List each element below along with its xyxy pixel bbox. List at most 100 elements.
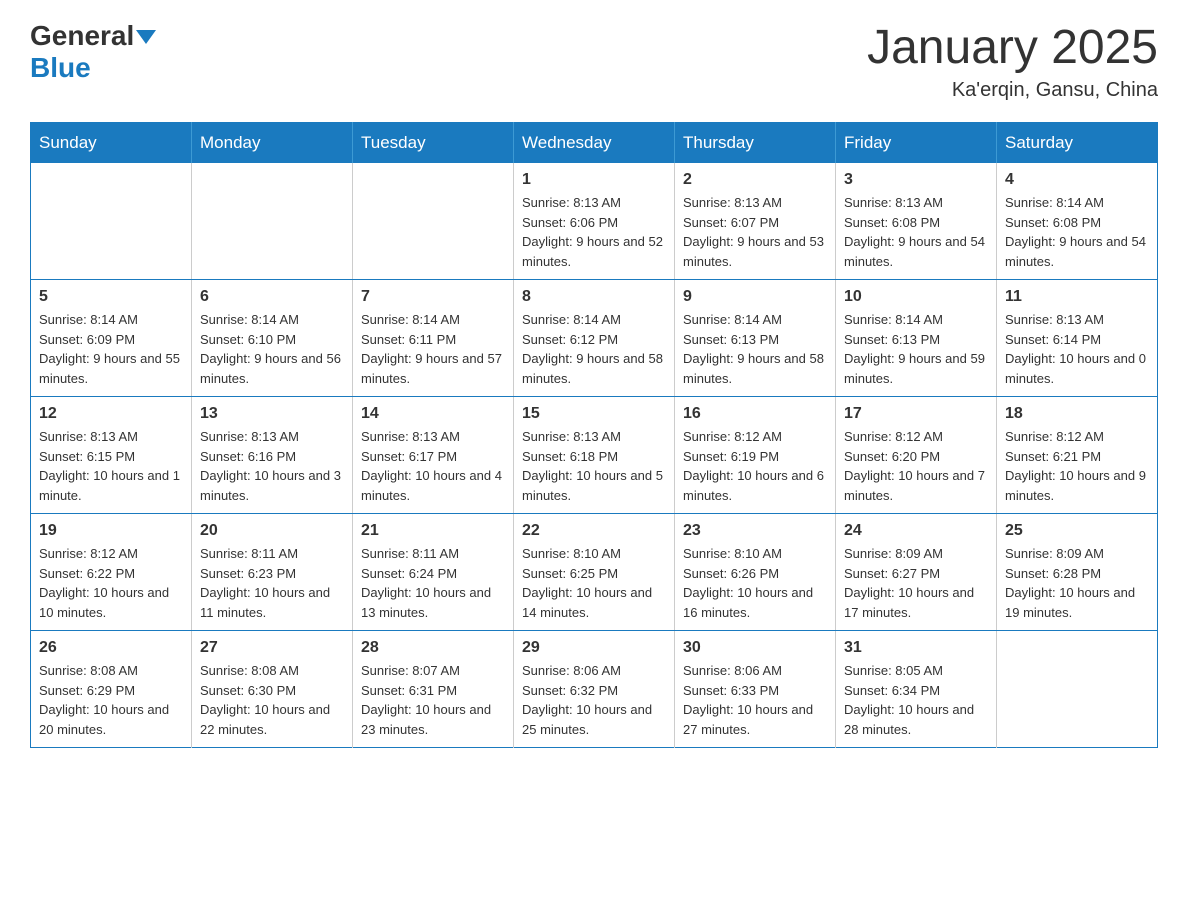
day-number: 17 <box>844 405 988 423</box>
day-info: Sunrise: 8:06 AMSunset: 6:32 PMDaylight:… <box>522 661 666 739</box>
calendar-cell: 15 Sunrise: 8:13 AMSunset: 6:18 PMDayligh… <box>514 397 675 514</box>
day-info: Sunrise: 8:12 AMSunset: 6:21 PMDaylight:… <box>1005 427 1149 505</box>
calendar-cell <box>31 163 192 280</box>
calendar-cell <box>997 631 1158 748</box>
calendar-cell: 8Sunrise: 8:14 AMSunset: 6:12 PMDaylight… <box>514 280 675 397</box>
calendar-header-friday: Friday <box>836 123 997 164</box>
calendar-cell: 13Sunrise: 8:13 AMSunset: 6:16 PMDayligh… <box>192 397 353 514</box>
day-number: 3 <box>844 171 988 189</box>
calendar-cell: 28 Sunrise: 8:07 AMSunset: 6:31 PMDayligh… <box>353 631 514 748</box>
day-number: 26 <box>39 639 183 657</box>
calendar-cell: 9 Sunrise: 8:14 AMSunset: 6:13 PMDaylight… <box>675 280 836 397</box>
calendar-header-saturday: Saturday <box>997 123 1158 164</box>
day-number: 28 <box>361 639 505 657</box>
day-info: Sunrise: 8:13 AMSunset: 6:08 PMDaylight:… <box>844 193 988 271</box>
page-header: General Blue January 2025 Ka'erqin, Gans… <box>30 20 1158 102</box>
calendar-header-sunday: Sunday <box>31 123 192 164</box>
calendar-cell: 7 Sunrise: 8:14 AMSunset: 6:11 PMDaylight… <box>353 280 514 397</box>
day-info: Sunrise: 8:14 AMSunset: 6:12 PMDaylight:… <box>522 310 666 388</box>
day-info: Sunrise: 8:14 AMSunset: 6:08 PMDaylight:… <box>1005 193 1149 271</box>
day-number: 31 <box>844 639 988 657</box>
calendar-cell: 12 Sunrise: 8:13 AMSunset: 6:15 PMDayligh… <box>31 397 192 514</box>
day-number: 27 <box>200 639 344 657</box>
day-number: 10 <box>844 288 988 306</box>
day-info: Sunrise: 8:12 AMSunset: 6:20 PMDaylight:… <box>844 427 988 505</box>
day-info: Sunrise: 8:12 AMSunset: 6:22 PMDaylight:… <box>39 544 183 622</box>
calendar-week-row-3: 19 Sunrise: 8:12 AMSunset: 6:22 PMDayligh… <box>31 514 1158 631</box>
day-number: 11 <box>1005 288 1149 306</box>
calendar-cell: 27 Sunrise: 8:08 AMSunset: 6:30 PMDayligh… <box>192 631 353 748</box>
day-number: 22 <box>522 522 666 540</box>
logo: General Blue <box>30 20 156 84</box>
logo-blue-text: Blue <box>30 52 91 83</box>
day-number: 18 <box>1005 405 1149 423</box>
day-number: 23 <box>683 522 827 540</box>
calendar-cell: 10Sunrise: 8:14 AMSunset: 6:13 PMDayligh… <box>836 280 997 397</box>
calendar-cell <box>192 163 353 280</box>
calendar-header-tuesday: Tuesday <box>353 123 514 164</box>
day-info: Sunrise: 8:10 AMSunset: 6:26 PMDaylight:… <box>683 544 827 622</box>
calendar-week-row-1: 5 Sunrise: 8:14 AMSunset: 6:09 PMDaylight… <box>31 280 1158 397</box>
day-info: Sunrise: 8:13 AMSunset: 6:14 PMDaylight:… <box>1005 310 1149 388</box>
day-number: 2 <box>683 171 827 189</box>
day-info: Sunrise: 8:13 AMSunset: 6:07 PMDaylight:… <box>683 193 827 271</box>
day-number: 24 <box>844 522 988 540</box>
day-info: Sunrise: 8:09 AMSunset: 6:27 PMDaylight:… <box>844 544 988 622</box>
calendar-cell: 3 Sunrise: 8:13 AMSunset: 6:08 PMDaylight… <box>836 163 997 280</box>
calendar-table: SundayMondayTuesdayWednesdayThursdayFrid… <box>30 122 1158 748</box>
day-number: 29 <box>522 639 666 657</box>
calendar-cell: 16 Sunrise: 8:12 AMSunset: 6:19 PMDayligh… <box>675 397 836 514</box>
calendar-cell: 30Sunrise: 8:06 AMSunset: 6:33 PMDayligh… <box>675 631 836 748</box>
calendar-cell: 18 Sunrise: 8:12 AMSunset: 6:21 PMDayligh… <box>997 397 1158 514</box>
day-number: 15 <box>522 405 666 423</box>
calendar-cell: 17 Sunrise: 8:12 AMSunset: 6:20 PMDayligh… <box>836 397 997 514</box>
day-info: Sunrise: 8:13 AMSunset: 6:16 PMDaylight:… <box>200 427 344 505</box>
day-info: Sunrise: 8:07 AMSunset: 6:31 PMDaylight:… <box>361 661 505 739</box>
day-info: Sunrise: 8:14 AMSunset: 6:11 PMDaylight:… <box>361 310 505 388</box>
day-number: 12 <box>39 405 183 423</box>
day-info: Sunrise: 8:08 AMSunset: 6:29 PMDaylight:… <box>39 661 183 739</box>
day-number: 6 <box>200 288 344 306</box>
day-info: Sunrise: 8:09 AMSunset: 6:28 PMDaylight:… <box>1005 544 1149 622</box>
calendar-header-wednesday: Wednesday <box>514 123 675 164</box>
calendar-cell: 31 Sunrise: 8:05 AMSunset: 6:34 PMDayligh… <box>836 631 997 748</box>
day-info: Sunrise: 8:11 AMSunset: 6:23 PMDaylight:… <box>200 544 344 622</box>
day-number: 16 <box>683 405 827 423</box>
calendar-cell: 24 Sunrise: 8:09 AMSunset: 6:27 PMDayligh… <box>836 514 997 631</box>
day-number: 7 <box>361 288 505 306</box>
day-info: Sunrise: 8:08 AMSunset: 6:30 PMDaylight:… <box>200 661 344 739</box>
day-number: 5 <box>39 288 183 306</box>
calendar-header-monday: Monday <box>192 123 353 164</box>
day-number: 14 <box>361 405 505 423</box>
day-number: 21 <box>361 522 505 540</box>
day-info: Sunrise: 8:14 AMSunset: 6:10 PMDaylight:… <box>200 310 344 388</box>
logo-general-text: General <box>30 20 134 52</box>
day-info: Sunrise: 8:05 AMSunset: 6:34 PMDaylight:… <box>844 661 988 739</box>
calendar-cell <box>353 163 514 280</box>
day-info: Sunrise: 8:14 AMSunset: 6:13 PMDaylight:… <box>683 310 827 388</box>
calendar-cell: 26 Sunrise: 8:08 AMSunset: 6:29 PMDayligh… <box>31 631 192 748</box>
day-number: 25 <box>1005 522 1149 540</box>
calendar-cell: 22 Sunrise: 8:10 AMSunset: 6:25 PMDayligh… <box>514 514 675 631</box>
logo-arrow-icon <box>136 30 156 44</box>
day-info: Sunrise: 8:10 AMSunset: 6:25 PMDaylight:… <box>522 544 666 622</box>
calendar-cell: 1Sunrise: 8:13 AMSunset: 6:06 PMDaylight… <box>514 163 675 280</box>
calendar-cell: 14Sunrise: 8:13 AMSunset: 6:17 PMDayligh… <box>353 397 514 514</box>
day-info: Sunrise: 8:12 AMSunset: 6:19 PMDaylight:… <box>683 427 827 505</box>
day-number: 19 <box>39 522 183 540</box>
location: Ka'erqin, Gansu, China <box>867 79 1158 102</box>
calendar-cell: 11 Sunrise: 8:13 AMSunset: 6:14 PMDayligh… <box>997 280 1158 397</box>
day-number: 4 <box>1005 171 1149 189</box>
calendar-cell: 29 Sunrise: 8:06 AMSunset: 6:32 PMDayligh… <box>514 631 675 748</box>
day-info: Sunrise: 8:13 AMSunset: 6:15 PMDaylight:… <box>39 427 183 505</box>
day-number: 9 <box>683 288 827 306</box>
calendar-cell: 25 Sunrise: 8:09 AMSunset: 6:28 PMDayligh… <box>997 514 1158 631</box>
day-number: 20 <box>200 522 344 540</box>
calendar-cell: 4 Sunrise: 8:14 AMSunset: 6:08 PMDaylight… <box>997 163 1158 280</box>
day-info: Sunrise: 8:13 AMSunset: 6:18 PMDaylight:… <box>522 427 666 505</box>
day-info: Sunrise: 8:13 AMSunset: 6:06 PMDaylight:… <box>522 193 666 271</box>
day-info: Sunrise: 8:14 AMSunset: 6:09 PMDaylight:… <box>39 310 183 388</box>
calendar-week-row-2: 12 Sunrise: 8:13 AMSunset: 6:15 PMDayligh… <box>31 397 1158 514</box>
calendar-cell: 6 Sunrise: 8:14 AMSunset: 6:10 PMDaylight… <box>192 280 353 397</box>
day-number: 30 <box>683 639 827 657</box>
